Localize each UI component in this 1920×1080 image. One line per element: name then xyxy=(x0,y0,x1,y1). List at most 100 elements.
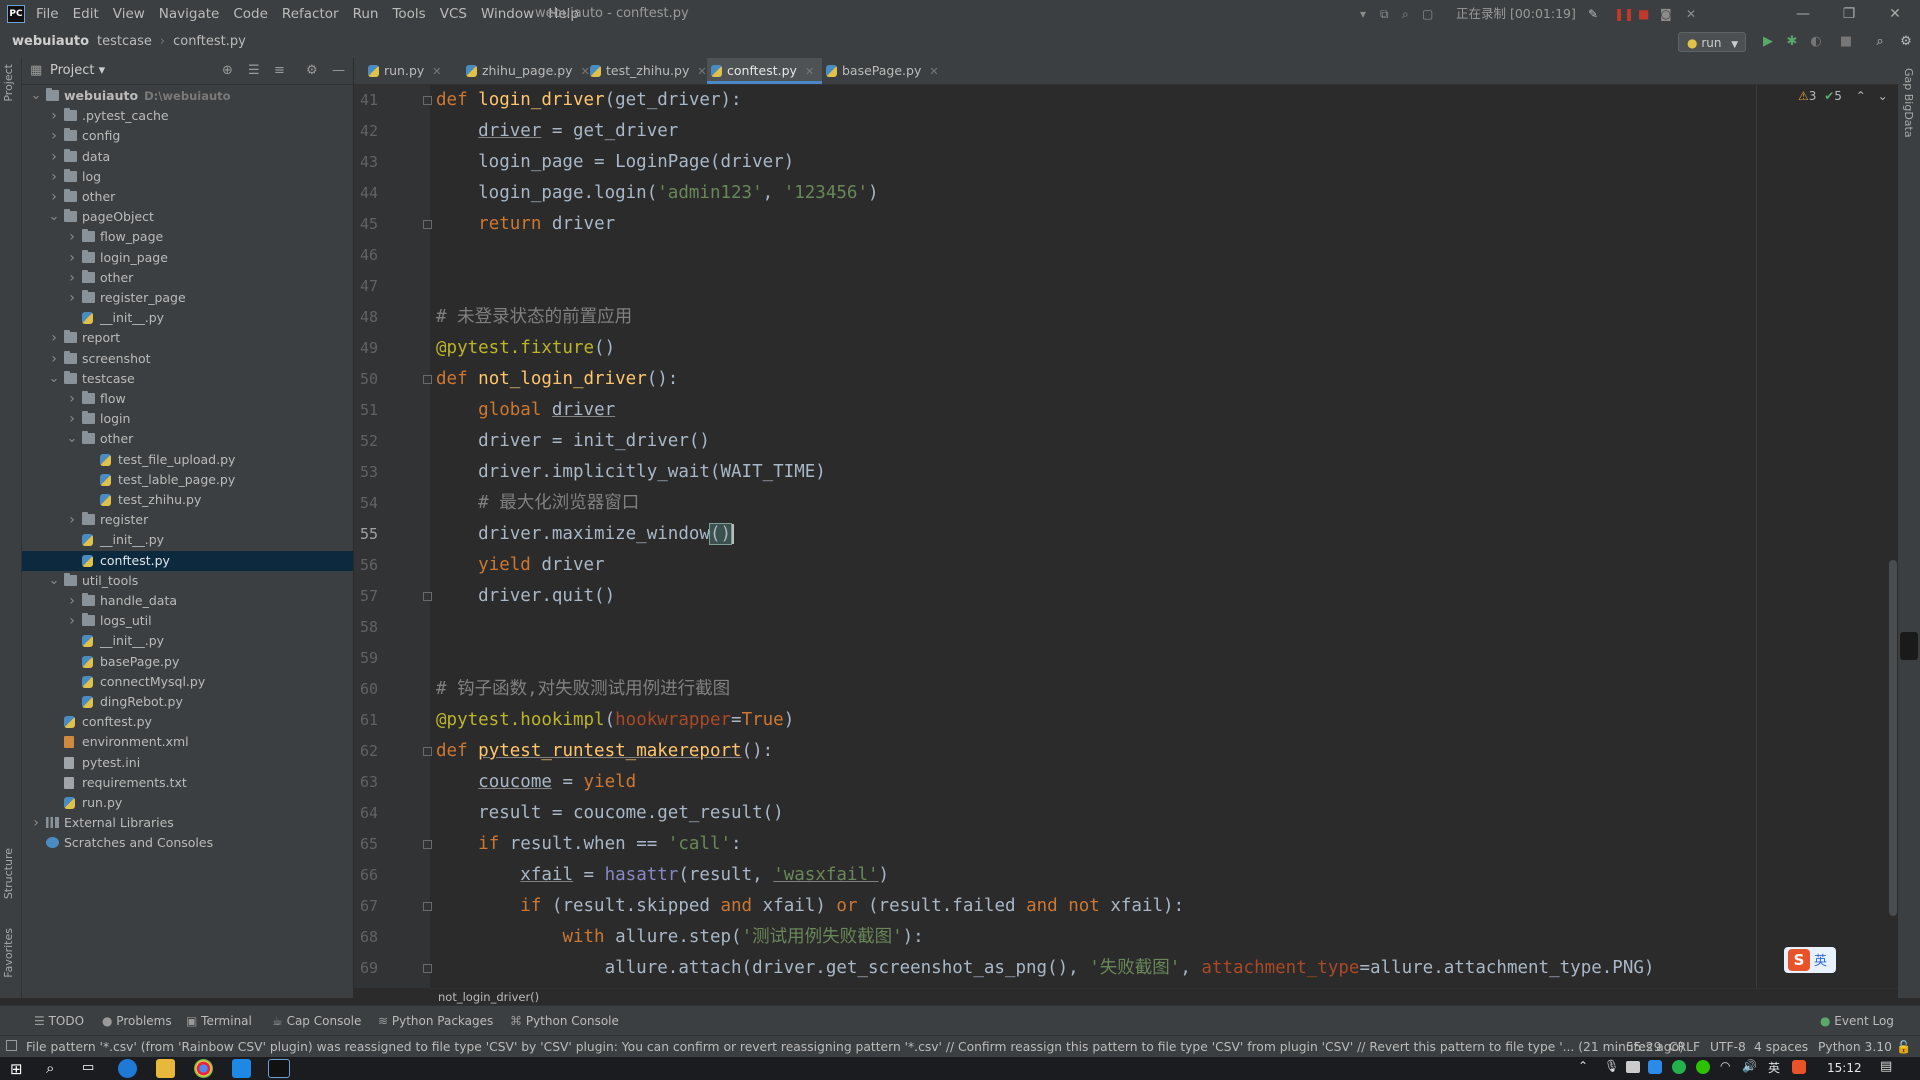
close-record-icon[interactable]: ✕ xyxy=(1686,0,1696,28)
menu-refactor[interactable]: Refactor xyxy=(275,0,346,28)
line-number[interactable]: 69 xyxy=(354,953,378,984)
search-icon[interactable]: ⌕ xyxy=(46,1059,54,1077)
tab-basepage-py[interactable]: basePage.py ✕ xyxy=(822,58,947,84)
tree-item[interactable]: run.py xyxy=(22,793,353,813)
favorites-tool-button[interactable]: Favorites xyxy=(2,928,15,978)
line-number[interactable]: 50 xyxy=(354,364,378,395)
menu-code[interactable]: Code xyxy=(226,0,275,28)
close-tab-icon[interactable]: ✕ xyxy=(432,65,441,78)
code-line[interactable]: @pytest.fixture() xyxy=(436,333,615,364)
tray-app-icon[interactable] xyxy=(1648,1060,1662,1074)
chevron-right-icon[interactable]: › xyxy=(30,813,42,833)
code-line[interactable]: result = coucome.get_result() xyxy=(436,798,784,829)
chevron-right-icon[interactable]: › xyxy=(48,106,60,126)
line-number[interactable]: 44 xyxy=(354,178,378,209)
edge-browser-icon[interactable] xyxy=(118,1059,137,1078)
chevron-right-icon[interactable]: › xyxy=(66,288,78,308)
line-number[interactable]: 60 xyxy=(354,674,378,705)
menu-view[interactable]: View xyxy=(106,0,152,28)
lock-icon[interactable]: 🔓 xyxy=(1896,1036,1911,1058)
line-number[interactable]: 67 xyxy=(354,891,378,922)
zoom-icon[interactable]: ⌕ xyxy=(1402,0,1409,28)
tree-item[interactable]: basePage.py xyxy=(22,652,353,672)
run-icon[interactable]: ▶ xyxy=(1758,32,1778,52)
system-clock[interactable]: 15:12 xyxy=(1827,1057,1862,1080)
stop-icon[interactable]: ■ xyxy=(1836,32,1856,52)
code-line[interactable]: def login_driver(get_driver): xyxy=(436,85,742,116)
chevron-right-icon[interactable]: › xyxy=(66,268,78,288)
tree-item[interactable]: › register_page xyxy=(22,288,353,308)
task-view-icon[interactable]: ▭ xyxy=(82,1060,94,1075)
line-number[interactable]: 55 xyxy=(354,519,378,550)
code-line[interactable]: yield driver xyxy=(436,550,604,581)
line-number[interactable]: 49 xyxy=(354,333,378,364)
menu-navigate[interactable]: Navigate xyxy=(152,0,227,28)
line-number[interactable]: 58 xyxy=(354,612,378,643)
tree-item[interactable]: conftest.py xyxy=(22,712,353,732)
wechat-icon[interactable] xyxy=(1696,1060,1710,1074)
python-interpreter[interactable]: Python 3.10 xyxy=(1818,1036,1892,1058)
line-number[interactable]: 65 xyxy=(354,829,378,860)
tree-item[interactable]: › flow xyxy=(22,389,353,409)
tray-app-icon[interactable] xyxy=(1672,1060,1686,1074)
chevron-down-icon[interactable]: ⌄ xyxy=(66,429,78,449)
structure-tool-button[interactable]: Structure xyxy=(2,848,15,899)
code-line[interactable]: # 未登录状态的前置应用 xyxy=(436,302,632,333)
chevron-right-icon[interactable]: › xyxy=(66,591,78,611)
project-panel-title[interactable]: Project ▾ xyxy=(50,58,105,84)
code-line[interactable]: global driver xyxy=(436,395,615,426)
run-configuration-select[interactable]: ● run ▼ xyxy=(1678,32,1746,52)
tree-item[interactable]: › login_page xyxy=(22,248,353,268)
tree-item[interactable]: __init__.py xyxy=(22,631,353,651)
code-breadcrumb-function[interactable]: not_login_driver() xyxy=(438,989,539,1005)
breadcrumb-folder[interactable]: testcase xyxy=(97,28,152,56)
camera-icon[interactable]: ◙ xyxy=(1660,0,1672,28)
tree-item[interactable]: › .pytest_cache xyxy=(22,106,353,126)
tree-item[interactable]: › flow_page xyxy=(22,227,353,247)
tab-zhihu_page-py[interactable]: zhihu_page.py ✕ xyxy=(462,58,598,84)
tab-test_zhihu-py[interactable]: test_zhihu.py ✕ xyxy=(586,58,715,84)
tool-tab-python-console[interactable]: ⌘ Python Console xyxy=(510,1006,619,1036)
chevron-right-icon[interactable]: › xyxy=(48,147,60,167)
line-number[interactable]: 68 xyxy=(354,922,378,953)
project-tool-button[interactable]: Project xyxy=(2,64,15,102)
line-number[interactable]: 52 xyxy=(354,426,378,457)
panel-toggle-icon[interactable] xyxy=(6,1040,17,1051)
fold-marker-icon[interactable] xyxy=(423,747,432,756)
side-widget-icon[interactable] xyxy=(1900,632,1918,660)
tray-chevron-icon[interactable]: ⌃ xyxy=(1578,1059,1588,1073)
code-line[interactable]: coucome = yield xyxy=(436,767,636,798)
close-tab-icon[interactable]: ✕ xyxy=(929,65,938,78)
menu-tools[interactable]: Tools xyxy=(385,0,432,28)
settings-gear-icon[interactable]: ⚙ xyxy=(1896,32,1916,52)
tool-tab-todo[interactable]: ☰ TODO xyxy=(34,1006,84,1036)
tool-tab-terminal[interactable]: ▣ Terminal xyxy=(186,1006,252,1036)
chevron-right-icon[interactable]: › xyxy=(48,126,60,146)
chevron-right-icon[interactable]: › xyxy=(48,349,60,369)
code-line[interactable]: allure.attach(driver.get_screenshot_as_p… xyxy=(436,953,1655,984)
tree-item[interactable]: ⌄ util_tools xyxy=(22,571,353,591)
code-line[interactable]: if (result.skipped and xfail) or (result… xyxy=(436,891,1184,922)
close-tab-icon[interactable]: ✕ xyxy=(805,65,814,78)
line-number[interactable]: 42 xyxy=(354,116,378,147)
tree-item[interactable]: __init__.py xyxy=(22,530,353,550)
tree-item[interactable]: Scratches and Consoles xyxy=(22,833,353,853)
collapse-all-icon[interactable]: ≡ xyxy=(274,58,285,84)
chevron-down-icon[interactable]: ⌄ xyxy=(1878,89,1888,103)
microphone-icon[interactable]: 🎙 xyxy=(1604,1059,1619,1073)
indent-setting[interactable]: 4 spaces xyxy=(1754,1036,1808,1058)
fold-marker-icon[interactable] xyxy=(423,902,432,911)
tray-app-icon[interactable] xyxy=(1626,1061,1640,1073)
code-line[interactable]: return driver xyxy=(436,209,615,240)
breadcrumb-file[interactable]: conftest.py xyxy=(173,28,246,56)
line-number[interactable]: 45 xyxy=(354,209,378,240)
tree-item[interactable]: › report xyxy=(22,328,353,348)
tree-item[interactable]: conftest.py xyxy=(22,550,353,571)
volume-icon[interactable]: 🔊 xyxy=(1742,1059,1757,1073)
chevron-right-icon[interactable]: › xyxy=(66,611,78,631)
debug-icon[interactable]: ✱ xyxy=(1782,32,1802,52)
event-log-button[interactable]: ● Event Log xyxy=(1820,1006,1894,1036)
maximize-button[interactable]: ❐ xyxy=(1826,0,1872,28)
code-line[interactable]: driver.implicitly_wait(WAIT_TIME) xyxy=(436,457,826,488)
line-number[interactable]: 62 xyxy=(354,736,378,767)
